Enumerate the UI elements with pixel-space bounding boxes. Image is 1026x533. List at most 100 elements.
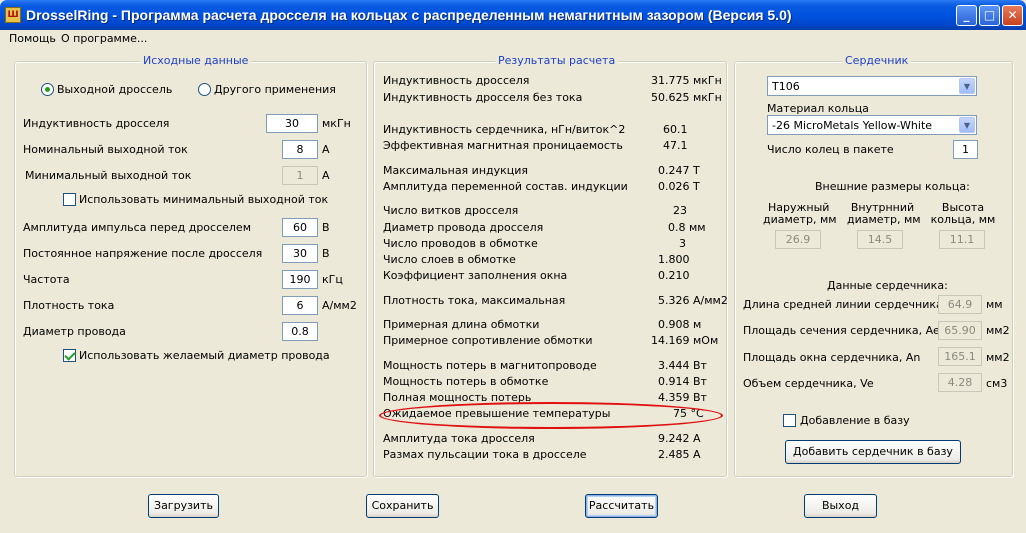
save-button[interactable]: Сохранить	[366, 494, 439, 518]
dims-title: Внешние размеры кольца:	[815, 180, 970, 193]
min-current-input[interactable]: 1	[282, 166, 318, 185]
frequency-input[interactable]: 190	[282, 270, 318, 289]
rings-input[interactable]: 1	[953, 140, 978, 159]
outer-diameter-input[interactable]: 26.9	[775, 230, 821, 249]
inductance-label: Индуктивность дросселя	[23, 117, 170, 130]
add-to-db-checkbox[interactable]	[783, 414, 796, 427]
add-core-button[interactable]: Добавить сердечник в базу	[785, 440, 961, 464]
nominal-current-input[interactable]: 8	[282, 140, 318, 159]
outer-diameter-label-2: диаметр, мм	[763, 213, 837, 226]
close-button[interactable]: ✕	[1002, 5, 1023, 26]
path-length-unit: мм	[986, 298, 1003, 311]
radio-output-label: Выходной дроссель	[57, 83, 173, 96]
use-min-current-label: Использовать минимальный выходной ток	[79, 193, 329, 206]
result-value: 0.8 мм	[668, 221, 706, 234]
radio-other-use[interactable]	[198, 83, 211, 96]
wire-diameter-input[interactable]: 0.8	[282, 322, 318, 341]
nominal-current-unit: А	[322, 143, 330, 156]
material-label: Материал кольца	[767, 102, 869, 115]
pulse-amplitude-label: Амплитуда импульса перед дросселем	[23, 221, 251, 234]
result-label: Индуктивность дросселя без тока	[383, 91, 583, 104]
result-value: 3	[679, 237, 686, 250]
result-value: 0.247 Т	[658, 164, 700, 177]
inner-diameter-label-2: диаметр, мм	[847, 213, 921, 226]
height-input[interactable]: 11.1	[939, 230, 985, 249]
result-label: Размах пульсации тока в дросселе	[383, 448, 587, 461]
pulse-amplitude-input[interactable]: 60	[282, 218, 318, 237]
result-label: Плотность тока, максимальная	[383, 294, 566, 307]
result-label: Индуктивность дросселя	[383, 74, 530, 87]
result-label: Амплитуда тока дросселя	[383, 432, 535, 445]
window-area-label: Площадь окна сердечника, An	[743, 351, 921, 364]
minimize-button[interactable]: _	[956, 5, 977, 26]
result-value: 14.169 мОм	[651, 334, 719, 347]
result-label: Примерная длина обмотки	[383, 318, 540, 331]
result-value: 0.026 Т	[658, 180, 700, 193]
result-value: 2.485 А	[658, 448, 701, 461]
result-value: 31.775 мкГн	[651, 74, 722, 87]
result-label: Число слоев в обмотке	[383, 253, 516, 266]
radio-output-choke[interactable]	[41, 83, 54, 96]
result-value: 9.242 А	[658, 432, 701, 445]
input-panel-title: Исходные данные	[140, 54, 252, 67]
result-label: Индуктивность сердечника, нГн/виток^2	[383, 123, 626, 136]
menu-bar	[0, 30, 1026, 48]
load-button[interactable]: Загрузить	[148, 494, 219, 518]
result-value: 1.800	[658, 253, 690, 266]
volume-unit: см3	[986, 377, 1008, 390]
core-select-value: T106	[772, 80, 800, 93]
dc-voltage-label: Постоянное напряжение после дросселя	[23, 247, 263, 260]
result-value: 5.326 А/мм2	[658, 294, 728, 307]
use-wire-diameter-checkbox[interactable]	[63, 349, 76, 362]
result-value: 0.210	[658, 269, 690, 282]
result-value: 0.908 м	[658, 318, 702, 331]
volume-input[interactable]: 4.28	[938, 373, 982, 392]
current-density-label: Плотность тока	[23, 299, 115, 312]
frequency-label: Частота	[23, 273, 70, 286]
use-min-current-checkbox[interactable]	[63, 193, 76, 206]
result-label: Диаметр провода дросселя	[383, 221, 544, 234]
result-value: 0.914 Вт	[658, 375, 707, 388]
cross-section-input[interactable]: 65.90	[938, 321, 982, 340]
material-select-value: -26 MicroMetals Yellow-White	[772, 119, 933, 132]
inner-diameter-input[interactable]: 14.5	[857, 230, 903, 249]
wire-diameter-label: Диаметр провода	[23, 325, 126, 338]
result-value: 3.444 Вт	[658, 359, 707, 372]
volume-label: Объем сердечника, Ve	[743, 377, 874, 390]
result-label: Мощность потерь в магнитопроводе	[383, 359, 597, 372]
window-area-unit: мм2	[986, 351, 1010, 364]
chevron-down-icon[interactable]: ▼	[959, 117, 975, 133]
result-label: Примерное сопротивление обмотки	[383, 334, 593, 347]
core-data-title: Данные сердечника:	[827, 279, 948, 292]
exit-button[interactable]: Выход	[804, 494, 877, 518]
highlight-ellipse	[379, 402, 723, 429]
inductance-unit: мкГн	[322, 117, 351, 130]
min-current-label: Минимальный выходной ток	[25, 169, 192, 182]
current-density-input[interactable]: 6	[282, 296, 318, 315]
menu-about[interactable]: О программе...	[61, 32, 147, 45]
current-density-unit: А/мм2	[322, 299, 357, 312]
dc-voltage-input[interactable]: 30	[282, 244, 318, 263]
inductance-input[interactable]: 30	[266, 114, 318, 133]
maximize-button[interactable]: □	[979, 5, 1000, 26]
chevron-down-icon[interactable]: ▼	[959, 78, 975, 94]
path-length-input[interactable]: 64.9	[938, 295, 982, 314]
result-label: Эффективная магнитная проницаемость	[383, 139, 623, 152]
height-label-2: кольца, мм	[930, 213, 996, 226]
frequency-unit: кГц	[322, 273, 343, 286]
dc-voltage-unit: В	[322, 247, 330, 260]
app-icon: Ш	[5, 7, 21, 23]
add-to-db-label: Добавление в базу	[800, 414, 910, 427]
rings-label: Число колец в пакете	[767, 143, 894, 156]
calculate-button[interactable]: Рассчитать	[585, 494, 658, 518]
material-select[interactable]: -26 MicroMetals Yellow-White ▼	[767, 115, 977, 135]
core-select[interactable]: T106 ▼	[767, 76, 977, 96]
use-wire-diameter-label: Использовать желаемый диаметр провода	[79, 349, 330, 362]
menu-help[interactable]: Помощь	[9, 32, 56, 45]
pulse-amplitude-unit: В	[322, 221, 330, 234]
result-value: 4.359 Вт	[658, 391, 707, 404]
cross-section-unit: мм2	[986, 324, 1010, 337]
result-label: Амплитуда переменной состав. индукции	[383, 180, 628, 193]
result-label: Число проводов в обмотке	[383, 237, 538, 250]
window-area-input[interactable]: 165.1	[938, 347, 982, 366]
